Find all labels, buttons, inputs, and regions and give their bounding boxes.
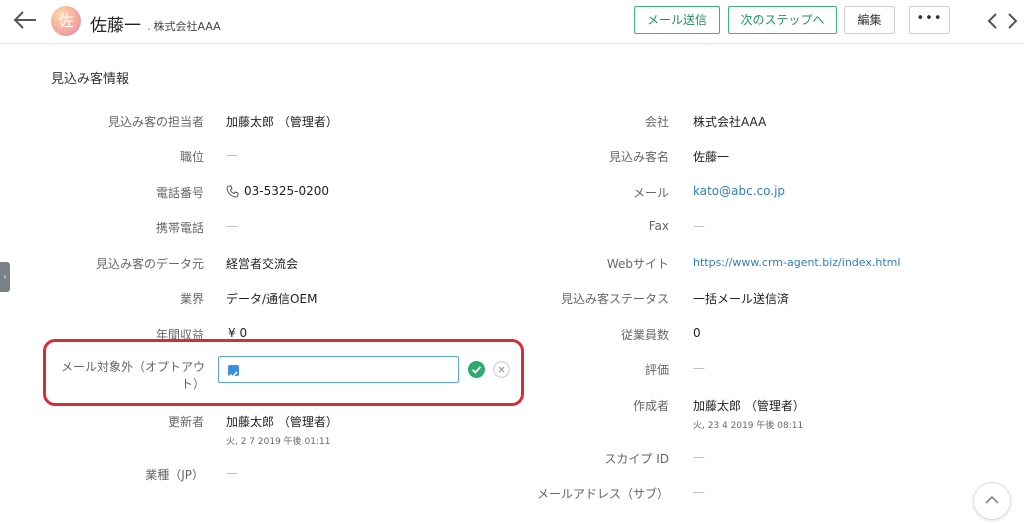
field-value-revenue[interactable]: ¥ 0: [228, 326, 247, 340]
field-value-website-link[interactable]: https://www.crm-agent.biz/index.html: [693, 256, 900, 269]
chevron-up-icon: [985, 495, 999, 504]
page-title: 佐藤一: [90, 16, 141, 36]
field-label-phone: 電話番号: [155, 186, 204, 200]
next-record-icon[interactable]: [1007, 12, 1019, 30]
field-label-industry-jp: 業種（JP）: [145, 468, 204, 482]
opt-out-input[interactable]: [218, 356, 459, 383]
field-label-skype: スカイプ ID: [604, 452, 669, 466]
field-value-industry[interactable]: データ/通信OEM: [226, 290, 317, 307]
field-label-employees: 従業員数: [620, 328, 669, 342]
field-value-phone[interactable]: 03-5325-0200: [244, 184, 329, 198]
cancel-field-icon[interactable]: [493, 361, 510, 378]
field-label-website: Webサイト: [606, 257, 669, 271]
opt-out-checkbox[interactable]: [228, 365, 239, 379]
field-label-lead-name: 見込み客名: [608, 150, 669, 164]
field-label-fax: Fax: [648, 219, 669, 233]
field-value-company[interactable]: 株式会社AAA: [693, 113, 766, 130]
field-label-mobile: 携帯電話: [155, 221, 204, 235]
field-label-created-by: 作成者: [632, 399, 669, 413]
field-value-lead-name[interactable]: 佐藤一: [693, 148, 729, 165]
send-mail-button[interactable]: メール送信: [634, 6, 720, 34]
field-label-rating: 評価: [644, 363, 669, 377]
header-company: . 株式会社AAA: [147, 18, 221, 34]
field-value-owner[interactable]: 加藤太郎 （管理者）: [226, 113, 338, 130]
field-label-industry: 業界: [179, 292, 204, 306]
modified-time: 火, 2 7 2019 午後 01:11: [226, 437, 331, 447]
field-value-status[interactable]: 一括メール送信済: [693, 290, 789, 307]
field-value-skype[interactable]: —: [693, 450, 705, 464]
back-arrow-icon[interactable]: [12, 9, 38, 31]
save-field-icon[interactable]: [468, 361, 485, 378]
field-label-company: 会社: [644, 115, 669, 129]
checkmark-icon: [229, 371, 238, 379]
section-title: 見込み客情報: [51, 72, 130, 87]
field-value-fax[interactable]: —: [693, 219, 705, 233]
field-label-email: メール: [632, 186, 669, 200]
field-value-employees[interactable]: 0: [693, 326, 701, 340]
field-value-modified-by[interactable]: 加藤太郎 （管理者）: [226, 413, 338, 430]
phone-icon[interactable]: [226, 185, 239, 198]
field-value-title[interactable]: —: [226, 148, 238, 162]
previous-record-icon[interactable]: [986, 12, 998, 30]
field-label-owner: 見込み客の担当者: [107, 115, 204, 129]
field-value-source[interactable]: 経営者交流会: [226, 255, 298, 272]
record-header: 佐 佐藤一 . 株式会社AAA メール送信 次のステップへ 編集 •••: [0, 0, 1024, 44]
field-value-secondary-email[interactable]: —: [693, 485, 705, 499]
next-step-button[interactable]: 次のステップへ: [728, 6, 837, 34]
field-label-status: 見込み客ステータス: [560, 292, 669, 306]
avatar: 佐: [51, 6, 81, 36]
more-options-button[interactable]: •••: [909, 6, 950, 34]
field-label-secondary-email: メールアドレス（サブ）: [536, 487, 669, 501]
field-label-modified-by: 更新者: [167, 415, 204, 429]
field-label-opt-out: メール対象外（オプトアウト）: [60, 360, 205, 391]
field-value-mobile[interactable]: —: [226, 219, 238, 233]
scroll-to-top-button[interactable]: [973, 482, 1011, 520]
created-time: 火, 23 4 2019 午後 08:11: [693, 421, 804, 431]
field-label-title: 職位: [179, 150, 204, 164]
field-value-industry-jp[interactable]: —: [226, 466, 238, 480]
separator-dot: .: [147, 20, 151, 33]
field-value-created-by[interactable]: 加藤太郎 （管理者）: [693, 397, 805, 414]
field-label-source: 見込み客のデータ元: [95, 257, 204, 271]
header-company-name: 株式会社AAA: [153, 20, 221, 33]
field-value-email-link[interactable]: kato@abc.co.jp: [693, 184, 785, 198]
field-value-rating[interactable]: —: [693, 361, 705, 375]
collapse-sidebar-handle[interactable]: ‹: [0, 262, 10, 292]
edit-button[interactable]: 編集: [844, 6, 895, 34]
